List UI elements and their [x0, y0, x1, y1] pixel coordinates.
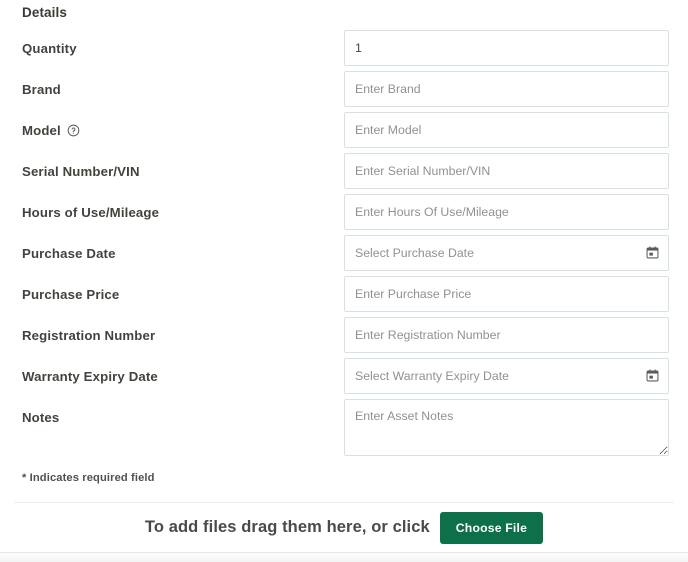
label-text: Warranty Expiry Date — [22, 368, 158, 384]
purchase-date-input[interactable] — [344, 235, 669, 271]
field-wrap-model — [344, 112, 669, 148]
label-purchase-date: Purchase Date — [22, 235, 116, 271]
label-model: Model — [22, 112, 80, 148]
label-text: Brand — [22, 81, 61, 97]
label-serial-number-vin: Serial Number/VIN — [22, 153, 140, 189]
field-wrap-warranty-expiry-date — [344, 358, 669, 394]
label-text: Model — [22, 122, 61, 138]
choose-file-button[interactable]: Choose File — [439, 511, 544, 544]
field-wrap-registration-number — [344, 317, 669, 353]
quantity-input[interactable] — [344, 30, 669, 66]
label-text: Registration Number — [22, 327, 156, 343]
brand-input[interactable] — [344, 71, 669, 107]
dropzone-instruction: To add files drag them here, or click — [144, 518, 430, 536]
help-circle-icon[interactable] — [67, 124, 80, 137]
page-title: Details — [22, 5, 67, 20]
serial-number-vin-input[interactable] — [344, 153, 669, 189]
form-row-purchase-price: Purchase Price — [0, 276, 688, 317]
form-row-serial-number-vin: Serial Number/VIN — [0, 153, 688, 194]
form-row-model: Model — [0, 112, 688, 153]
label-text: Hours of Use/Mileage — [22, 204, 160, 220]
form-row-brand: Brand — [0, 71, 688, 112]
label-text: Serial Number/VIN — [22, 163, 140, 179]
label-registration-number: Registration Number — [22, 317, 155, 353]
field-wrap-serial-number-vin — [344, 153, 669, 189]
label-text: Quantity — [22, 40, 77, 56]
label-text: Purchase Date — [22, 245, 116, 261]
model-input[interactable] — [344, 112, 669, 148]
form-field-list: Quantity Brand Model Serial Number/VIN Hours… — [0, 30, 688, 461]
form-row-warranty-expiry-date: Warranty Expiry Date — [0, 358, 688, 399]
purchase-price-input[interactable] — [344, 276, 669, 312]
bottom-bar — [0, 552, 688, 562]
field-wrap-quantity — [344, 30, 669, 66]
form-row-quantity: Quantity — [0, 30, 688, 71]
label-text: Purchase Price — [22, 286, 120, 302]
label-hours-of-use-mileage: Hours of Use/Mileage — [22, 194, 159, 230]
form-row-notes: Notes — [0, 399, 688, 461]
label-warranty-expiry-date: Warranty Expiry Date — [22, 358, 158, 394]
required-field-note: * Indicates required field — [22, 472, 155, 484]
form-row-hours-of-use-mileage: Hours of Use/Mileage — [0, 194, 688, 235]
file-dropzone[interactable]: To add files drag them here, or click Ch… — [0, 503, 688, 552]
field-wrap-brand — [344, 71, 669, 107]
label-notes: Notes — [22, 409, 60, 425]
field-wrap-purchase-date — [344, 235, 669, 271]
label-purchase-price: Purchase Price — [22, 276, 119, 312]
registration-number-input[interactable] — [344, 317, 669, 353]
field-wrap-hours-of-use-mileage — [344, 194, 669, 230]
notes-textarea[interactable] — [344, 399, 669, 456]
asset-details-form: Details Quantity Brand Model Serial Number/… — [0, 0, 688, 501]
form-row-registration-number: Registration Number — [0, 317, 688, 358]
label-quantity: Quantity — [22, 30, 77, 66]
field-wrap-notes — [344, 399, 669, 456]
form-row-purchase-date: Purchase Date — [0, 235, 688, 276]
label-brand: Brand — [22, 71, 61, 107]
hours-of-use-mileage-input[interactable] — [344, 194, 669, 230]
field-wrap-purchase-price — [344, 276, 669, 312]
warranty-expiry-date-input[interactable] — [344, 358, 669, 394]
